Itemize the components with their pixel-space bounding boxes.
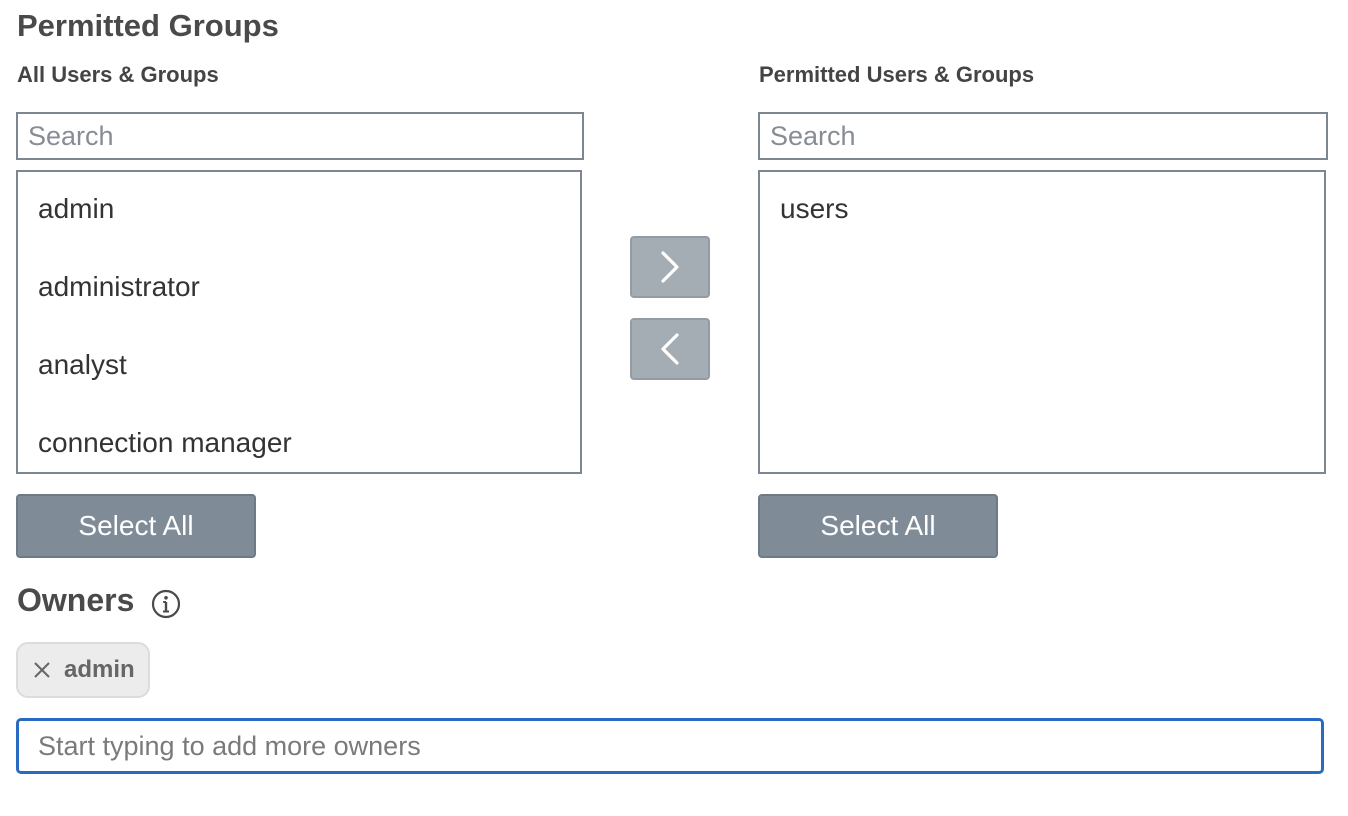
list-item[interactable]: analyst	[18, 328, 580, 406]
add-owners-input[interactable]	[16, 718, 1324, 774]
list-item[interactable]: connection manager	[18, 406, 580, 472]
permitted-users-search-input[interactable]	[758, 112, 1328, 160]
all-users-groups-listbox[interactable]: admin administrator analyst connection m…	[16, 170, 582, 474]
close-icon[interactable]	[32, 660, 52, 680]
chevron-right-icon	[661, 251, 679, 283]
permitted-users-groups-listbox[interactable]: users	[758, 170, 1326, 474]
owner-chip-label: admin	[64, 656, 135, 683]
select-all-permitted-button[interactable]: Select All	[758, 494, 998, 558]
select-all-users-button[interactable]: Select All	[16, 494, 256, 558]
chevron-left-icon	[661, 333, 679, 365]
remove-permitted-button[interactable]	[630, 318, 710, 380]
section-title: Permitted Groups	[17, 8, 279, 43]
owners-title: Owners	[17, 582, 135, 618]
all-users-groups-label: All Users & Groups	[17, 62, 219, 87]
all-users-search-input[interactable]	[16, 112, 584, 160]
info-icon[interactable]	[151, 589, 181, 619]
list-item[interactable]: users	[760, 172, 1324, 250]
add-permitted-button[interactable]	[630, 236, 710, 298]
owner-chip: admin	[16, 642, 150, 698]
list-item[interactable]: admin	[18, 172, 580, 250]
permitted-users-groups-label: Permitted Users & Groups	[759, 62, 1035, 87]
list-item[interactable]: administrator	[18, 250, 580, 328]
